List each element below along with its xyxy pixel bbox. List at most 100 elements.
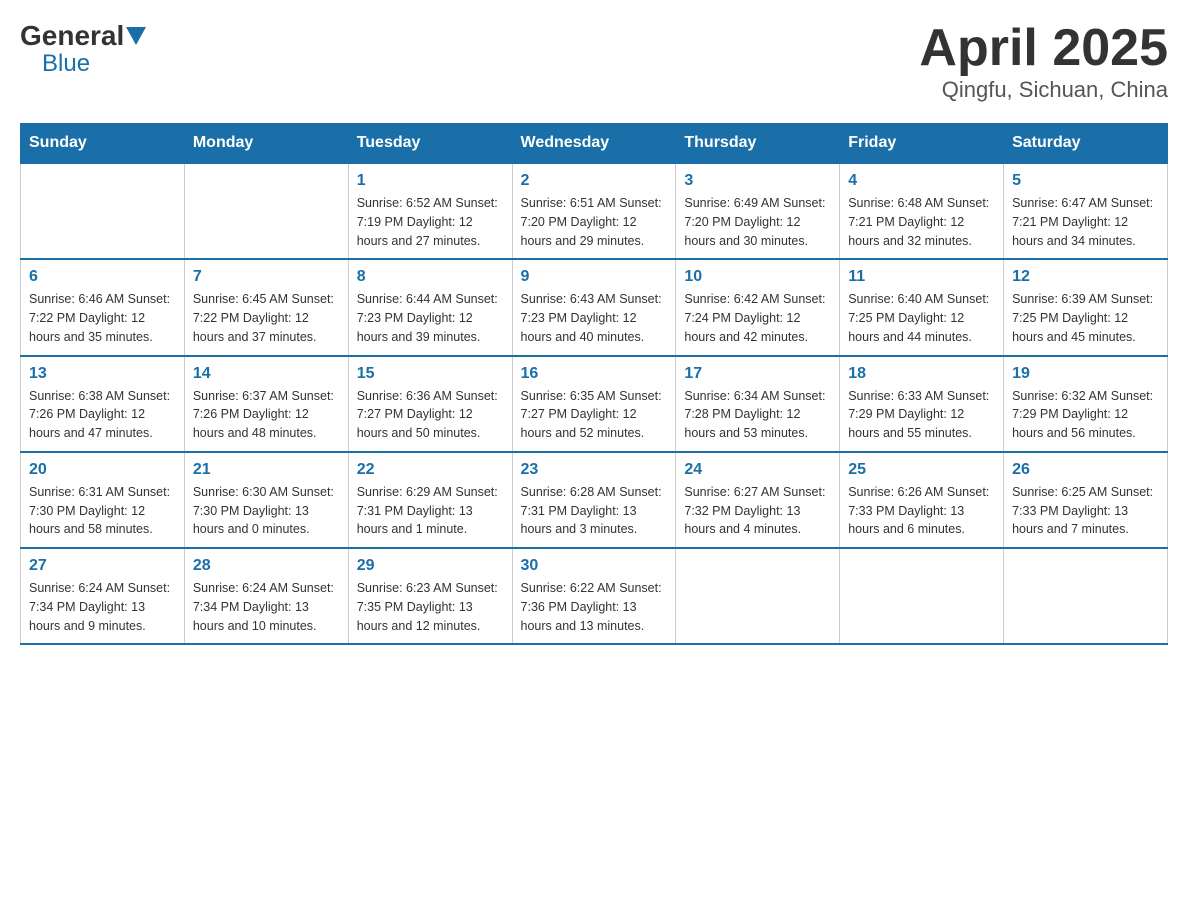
day-info: Sunrise: 6:29 AM Sunset: 7:31 PM Dayligh… bbox=[357, 483, 504, 539]
day-number: 10 bbox=[684, 268, 831, 286]
table-row bbox=[840, 548, 1004, 644]
day-number: 17 bbox=[684, 365, 831, 383]
day-number: 30 bbox=[521, 557, 668, 575]
day-info: Sunrise: 6:46 AM Sunset: 7:22 PM Dayligh… bbox=[29, 290, 176, 346]
col-wednesday: Wednesday bbox=[512, 124, 676, 164]
day-number: 25 bbox=[848, 461, 995, 479]
day-info: Sunrise: 6:24 AM Sunset: 7:34 PM Dayligh… bbox=[29, 579, 176, 635]
table-row: 25 Sunrise: 6:26 AM Sunset: 7:33 PM Dayli… bbox=[840, 452, 1004, 548]
day-number: 24 bbox=[684, 461, 831, 479]
calendar-week-row: 13 Sunrise: 6:38 AM Sunset: 7:26 PM Dayli… bbox=[21, 356, 1168, 452]
day-number: 20 bbox=[29, 461, 176, 479]
table-row: 3 Sunrise: 6:49 AM Sunset: 7:20 PM Daylig… bbox=[676, 163, 840, 259]
day-info: Sunrise: 6:26 AM Sunset: 7:33 PM Dayligh… bbox=[848, 483, 995, 539]
day-info: Sunrise: 6:22 AM Sunset: 7:36 PM Dayligh… bbox=[521, 579, 668, 635]
col-friday: Friday bbox=[840, 124, 1004, 164]
day-number: 1 bbox=[357, 172, 504, 190]
table-row: 17 Sunrise: 6:34 AM Sunset: 7:28 PM Dayli… bbox=[676, 356, 840, 452]
calendar-week-row: 1 Sunrise: 6:52 AM Sunset: 7:19 PM Daylig… bbox=[21, 163, 1168, 259]
day-number: 26 bbox=[1012, 461, 1159, 479]
day-info: Sunrise: 6:25 AM Sunset: 7:33 PM Dayligh… bbox=[1012, 483, 1159, 539]
day-info: Sunrise: 6:24 AM Sunset: 7:34 PM Dayligh… bbox=[193, 579, 340, 635]
day-number: 14 bbox=[193, 365, 340, 383]
calendar-header-row: Sunday Monday Tuesday Wednesday Thursday… bbox=[21, 124, 1168, 164]
table-row: 28Sunrise: 6:24 AM Sunset: 7:34 PM Dayli… bbox=[184, 548, 348, 644]
day-info: Sunrise: 6:44 AM Sunset: 7:23 PM Dayligh… bbox=[357, 290, 504, 346]
day-number: 15 bbox=[357, 365, 504, 383]
table-row: 12Sunrise: 6:39 AM Sunset: 7:25 PM Dayli… bbox=[1004, 259, 1168, 355]
col-thursday: Thursday bbox=[676, 124, 840, 164]
calendar-table: Sunday Monday Tuesday Wednesday Thursday… bbox=[20, 123, 1168, 645]
col-sunday: Sunday bbox=[21, 124, 185, 164]
table-row: 10 Sunrise: 6:42 AM Sunset: 7:24 PM Dayli… bbox=[676, 259, 840, 355]
day-info: Sunrise: 6:23 AM Sunset: 7:35 PM Dayligh… bbox=[357, 579, 504, 635]
table-row: 4Sunrise: 6:48 AM Sunset: 7:21 PM Daylig… bbox=[840, 163, 1004, 259]
calendar-week-row: 27Sunrise: 6:24 AM Sunset: 7:34 PM Dayli… bbox=[21, 548, 1168, 644]
day-info: Sunrise: 6:39 AM Sunset: 7:25 PM Dayligh… bbox=[1012, 290, 1159, 346]
day-number: 2 bbox=[521, 172, 668, 190]
day-number: 13 bbox=[29, 365, 176, 383]
day-number: 5 bbox=[1012, 172, 1159, 190]
table-row: 20 Sunrise: 6:31 AM Sunset: 7:30 PM Dayli… bbox=[21, 452, 185, 548]
day-info: Sunrise: 6:52 AM Sunset: 7:19 PM Dayligh… bbox=[357, 194, 504, 250]
day-info: Sunrise: 6:36 AM Sunset: 7:27 PM Dayligh… bbox=[357, 387, 504, 443]
table-row bbox=[184, 163, 348, 259]
logo-general-text: General bbox=[20, 20, 124, 52]
day-info: Sunrise: 6:35 AM Sunset: 7:27 PM Dayligh… bbox=[521, 387, 668, 443]
table-row: 5 Sunrise: 6:47 AM Sunset: 7:21 PM Daylig… bbox=[1004, 163, 1168, 259]
col-tuesday: Tuesday bbox=[348, 124, 512, 164]
table-row: 24 Sunrise: 6:27 AM Sunset: 7:32 PM Dayli… bbox=[676, 452, 840, 548]
logo: General Blue bbox=[20, 20, 148, 78]
calendar-title: April 2025 bbox=[919, 20, 1168, 77]
day-info: Sunrise: 6:49 AM Sunset: 7:20 PM Dayligh… bbox=[684, 194, 831, 250]
day-info: Sunrise: 6:27 AM Sunset: 7:32 PM Dayligh… bbox=[684, 483, 831, 539]
day-info: Sunrise: 6:34 AM Sunset: 7:28 PM Dayligh… bbox=[684, 387, 831, 443]
table-row: 13 Sunrise: 6:38 AM Sunset: 7:26 PM Dayli… bbox=[21, 356, 185, 452]
day-number: 21 bbox=[193, 461, 340, 479]
col-monday: Monday bbox=[184, 124, 348, 164]
table-row bbox=[1004, 548, 1168, 644]
day-info: Sunrise: 6:31 AM Sunset: 7:30 PM Dayligh… bbox=[29, 483, 176, 539]
table-row: 16 Sunrise: 6:35 AM Sunset: 7:27 PM Dayli… bbox=[512, 356, 676, 452]
day-info: Sunrise: 6:32 AM Sunset: 7:29 PM Dayligh… bbox=[1012, 387, 1159, 443]
table-row: 2Sunrise: 6:51 AM Sunset: 7:20 PM Daylig… bbox=[512, 163, 676, 259]
table-row: 18Sunrise: 6:33 AM Sunset: 7:29 PM Dayli… bbox=[840, 356, 1004, 452]
title-block: April 2025 Qingfu, Sichuan, China bbox=[919, 20, 1168, 103]
table-row: 6Sunrise: 6:46 AM Sunset: 7:22 PM Daylig… bbox=[21, 259, 185, 355]
day-number: 4 bbox=[848, 172, 995, 190]
day-number: 23 bbox=[521, 461, 668, 479]
day-number: 7 bbox=[193, 268, 340, 286]
col-saturday: Saturday bbox=[1004, 124, 1168, 164]
table-row: 15 Sunrise: 6:36 AM Sunset: 7:27 PM Dayli… bbox=[348, 356, 512, 452]
day-number: 29 bbox=[357, 557, 504, 575]
logo-blue-text: Blue bbox=[42, 50, 90, 78]
table-row: 30 Sunrise: 6:22 AM Sunset: 7:36 PM Dayli… bbox=[512, 548, 676, 644]
day-info: Sunrise: 6:30 AM Sunset: 7:30 PM Dayligh… bbox=[193, 483, 340, 539]
table-row: 27Sunrise: 6:24 AM Sunset: 7:34 PM Dayli… bbox=[21, 548, 185, 644]
table-row: 7 Sunrise: 6:45 AM Sunset: 7:22 PM Daylig… bbox=[184, 259, 348, 355]
day-number: 3 bbox=[684, 172, 831, 190]
day-info: Sunrise: 6:42 AM Sunset: 7:24 PM Dayligh… bbox=[684, 290, 831, 346]
calendar-week-row: 6Sunrise: 6:46 AM Sunset: 7:22 PM Daylig… bbox=[21, 259, 1168, 355]
table-row: 22 Sunrise: 6:29 AM Sunset: 7:31 PM Dayli… bbox=[348, 452, 512, 548]
day-number: 11 bbox=[848, 268, 995, 286]
table-row bbox=[21, 163, 185, 259]
day-number: 16 bbox=[521, 365, 668, 383]
day-info: Sunrise: 6:45 AM Sunset: 7:22 PM Dayligh… bbox=[193, 290, 340, 346]
day-info: Sunrise: 6:38 AM Sunset: 7:26 PM Dayligh… bbox=[29, 387, 176, 443]
day-number: 9 bbox=[521, 268, 668, 286]
table-row: 21 Sunrise: 6:30 AM Sunset: 7:30 PM Dayli… bbox=[184, 452, 348, 548]
day-number: 22 bbox=[357, 461, 504, 479]
table-row: 14Sunrise: 6:37 AM Sunset: 7:26 PM Dayli… bbox=[184, 356, 348, 452]
table-row: 8Sunrise: 6:44 AM Sunset: 7:23 PM Daylig… bbox=[348, 259, 512, 355]
table-row: 1 Sunrise: 6:52 AM Sunset: 7:19 PM Daylig… bbox=[348, 163, 512, 259]
day-info: Sunrise: 6:43 AM Sunset: 7:23 PM Dayligh… bbox=[521, 290, 668, 346]
table-row: 9 Sunrise: 6:43 AM Sunset: 7:23 PM Daylig… bbox=[512, 259, 676, 355]
day-info: Sunrise: 6:33 AM Sunset: 7:29 PM Dayligh… bbox=[848, 387, 995, 443]
day-info: Sunrise: 6:47 AM Sunset: 7:21 PM Dayligh… bbox=[1012, 194, 1159, 250]
table-row: 23 Sunrise: 6:28 AM Sunset: 7:31 PM Dayli… bbox=[512, 452, 676, 548]
table-row: 11Sunrise: 6:40 AM Sunset: 7:25 PM Dayli… bbox=[840, 259, 1004, 355]
day-number: 19 bbox=[1012, 365, 1159, 383]
day-info: Sunrise: 6:28 AM Sunset: 7:31 PM Dayligh… bbox=[521, 483, 668, 539]
calendar-week-row: 20 Sunrise: 6:31 AM Sunset: 7:30 PM Dayli… bbox=[21, 452, 1168, 548]
